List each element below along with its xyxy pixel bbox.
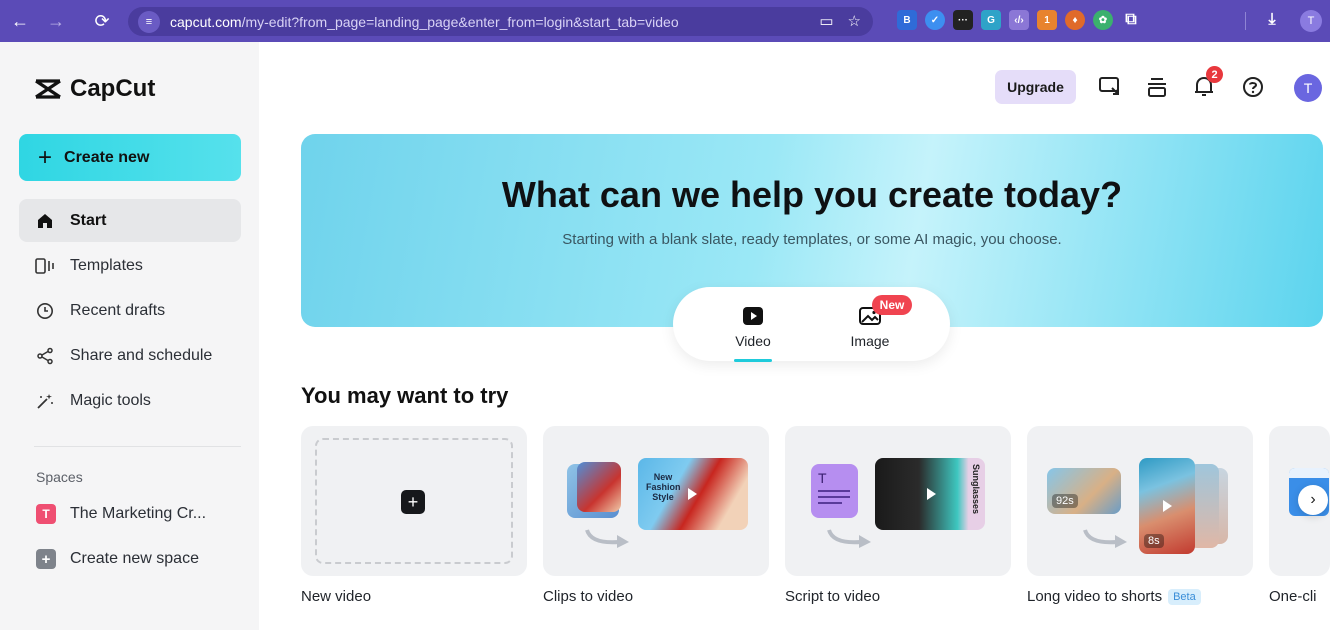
- extension-icon-2[interactable]: ✓: [925, 10, 945, 30]
- script-thumbnail: T: [811, 464, 858, 518]
- thumbnail-text: New Fashion Style: [646, 472, 681, 502]
- card-label-long-video[interactable]: Long video to shorts Beta: [1027, 588, 1201, 605]
- back-icon[interactable]: ←: [6, 7, 34, 35]
- card-label[interactable]: New video: [301, 588, 371, 605]
- card-new-video[interactable]: +: [301, 426, 527, 576]
- plus-icon: +: [36, 549, 56, 569]
- browser-profile-avatar[interactable]: T: [1300, 10, 1322, 32]
- logo-text: CapCut: [70, 75, 156, 102]
- home-icon: [35, 211, 55, 231]
- video-thumbnail: Sunglasses: [875, 458, 985, 530]
- extension-icon-7[interactable]: ♦: [1065, 10, 1085, 30]
- screen-record-icon[interactable]: [1097, 74, 1123, 100]
- card-clips-to-video[interactable]: New Fashion Style: [543, 426, 769, 576]
- tab-label: Image: [850, 333, 890, 349]
- new-badge: New: [872, 295, 912, 315]
- hero-subtitle: Starting with a blank slate, ready templ…: [562, 231, 1062, 248]
- short-thumbnail: 8s: [1139, 458, 1195, 554]
- clock-icon: [35, 301, 55, 321]
- toolbar-divider: [1245, 12, 1246, 30]
- create-new-space-button[interactable]: + Create new space: [36, 548, 199, 570]
- extension-icon-5[interactable]: ‹/›: [1009, 10, 1029, 30]
- clip-thumbnail: [577, 462, 621, 512]
- create-new-label: Create new: [64, 148, 150, 166]
- extension-icon-8[interactable]: ✿: [1093, 10, 1113, 30]
- long-video-thumbnail: 92s: [1047, 468, 1121, 514]
- sidebar-item-label: Recent drafts: [70, 301, 166, 319]
- capcut-logo[interactable]: CapCut: [34, 75, 155, 103]
- create-new-button[interactable]: + Create new: [19, 134, 241, 181]
- video-icon: [741, 305, 765, 327]
- extension-icon-6[interactable]: 1: [1037, 10, 1057, 30]
- space-badge: T: [36, 504, 56, 524]
- sidebar-item-start[interactable]: Start: [19, 199, 241, 242]
- spaces-heading: Spaces: [36, 469, 83, 485]
- help-icon[interactable]: [1240, 74, 1266, 100]
- active-tab-indicator: [734, 359, 772, 362]
- arrow-icon: [827, 529, 871, 548]
- templates-icon: [35, 256, 55, 276]
- carousel-next-button[interactable]: ›: [1298, 485, 1328, 515]
- extension-icon-4[interactable]: G: [981, 10, 1001, 30]
- forward-icon[interactable]: →: [42, 7, 70, 35]
- reload-icon[interactable]: ⟳: [88, 7, 116, 35]
- capcut-logo-icon: [35, 79, 61, 99]
- magic-wand-icon: [35, 391, 55, 411]
- space-item-marketing[interactable]: T The Marketing Cr...: [36, 503, 206, 525]
- sidebar-item-magic-tools[interactable]: Magic tools: [19, 379, 241, 422]
- sidebar-item-label: Templates: [70, 256, 143, 274]
- sidebar-item-templates[interactable]: Templates: [19, 244, 241, 287]
- extensions-puzzle-icon[interactable]: ⧉: [1121, 10, 1141, 30]
- beta-badge: Beta: [1168, 588, 1201, 605]
- duration-label: 8s: [1144, 534, 1164, 548]
- sidebar: CapCut + Create new Start Templates Rece…: [0, 42, 259, 630]
- thumbnail-text: Sunglasses: [971, 464, 981, 515]
- site-info-icon[interactable]: ≡: [138, 10, 160, 33]
- section-title: You may want to try: [301, 383, 509, 408]
- tab-video[interactable]: Video: [718, 305, 788, 349]
- notification-badge: 2: [1206, 66, 1223, 83]
- space-label: The Marketing Cr...: [70, 505, 207, 522]
- url-text: capcut.com/my-edit?from_page=landing_pag…: [170, 13, 679, 30]
- play-icon: [688, 488, 697, 500]
- extension-icon-3[interactable]: ···: [953, 10, 973, 30]
- play-icon: [1163, 500, 1172, 512]
- sidebar-divider: [34, 446, 241, 447]
- card-label[interactable]: One-cli: [1269, 588, 1330, 605]
- sidebar-item-label: Start: [70, 211, 107, 229]
- plus-icon: +: [401, 490, 425, 514]
- browser-toolbar: ← → ⟳ ≡ capcut.com/my-edit?from_page=lan…: [0, 0, 1330, 42]
- text-icon: T: [818, 470, 827, 486]
- sidebar-item-recent-drafts[interactable]: Recent drafts: [19, 289, 241, 332]
- cast-icon[interactable]: ▭: [819, 12, 833, 30]
- card-label[interactable]: Script to video: [785, 588, 880, 605]
- extension-icon-1[interactable]: B: [897, 10, 917, 30]
- address-bar[interactable]: ≡ capcut.com/my-edit?from_page=landing_p…: [128, 7, 873, 36]
- plus-icon: +: [38, 143, 53, 171]
- card-long-video-to-shorts[interactable]: 92s 8s: [1027, 426, 1253, 576]
- sidebar-item-label: Magic tools: [70, 391, 151, 409]
- bookmark-star-icon[interactable]: ☆: [848, 12, 861, 30]
- download-icon[interactable]: ⤓: [1262, 10, 1282, 30]
- sidebar-item-label: Share and schedule: [70, 346, 213, 364]
- share-icon: [35, 346, 55, 366]
- sidebar-item-share-and-schedule[interactable]: Share and schedule: [19, 334, 241, 377]
- hero-title: What can we help you create today?: [501, 174, 1123, 215]
- user-avatar[interactable]: T: [1294, 74, 1322, 102]
- upgrade-button[interactable]: Upgrade: [995, 70, 1076, 104]
- card-label[interactable]: Clips to video: [543, 588, 633, 605]
- tab-label: Video: [735, 333, 771, 349]
- card-script-to-video[interactable]: T Sunglasses: [785, 426, 1011, 576]
- arrow-icon: [1083, 529, 1127, 548]
- duration-label: 92s: [1052, 494, 1078, 508]
- play-icon: [927, 488, 936, 500]
- space-label: Create new space: [70, 550, 199, 567]
- arrow-icon: [585, 529, 629, 548]
- layers-icon[interactable]: [1144, 74, 1170, 100]
- card-label: Long video to shorts: [1027, 588, 1163, 605]
- video-thumbnail: New Fashion Style: [638, 458, 748, 530]
